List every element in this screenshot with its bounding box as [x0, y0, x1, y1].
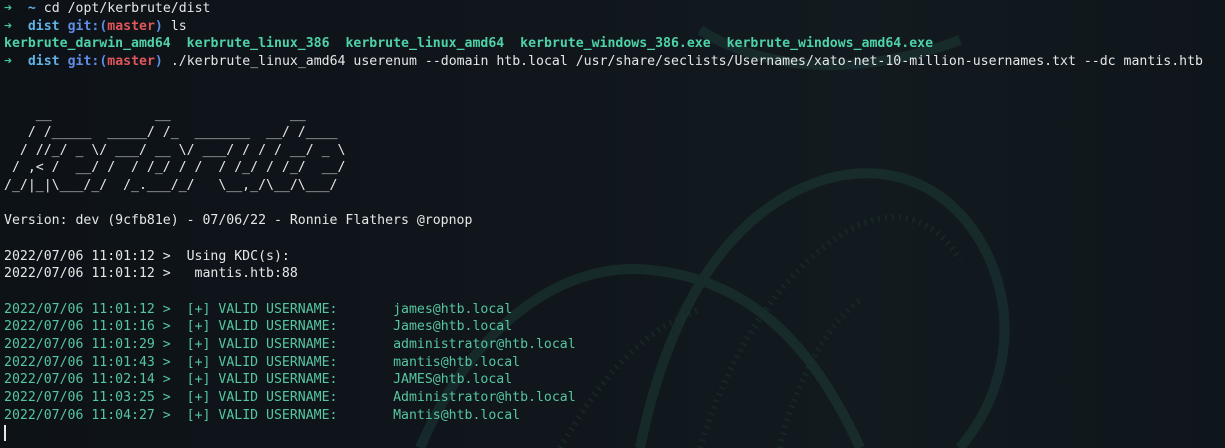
arrow-icon: ➜: [4, 1, 12, 16]
git-close: ): [154, 18, 163, 34]
result-timestamp: 2022/07/06 11:01:43 >: [4, 354, 171, 370]
terminal-window[interactable]: ➜ ~ cd /opt/kerbrute/dist ➜ dist git:(ma…: [0, 0, 1225, 448]
banner-line: / /_____ _____/ /_ _______ __/ /____: [4, 124, 346, 140]
prompt-home: ~: [27, 1, 36, 16]
git-label: git:(: [67, 54, 108, 70]
git-branch: master: [107, 18, 155, 34]
banner-line: / ,< / __/ / / /_/ / / / /_/ / /_/ __/: [4, 160, 346, 176]
result-row: 2022/07/06 11:04:27 > [+] VALID USERNAME…: [4, 407, 1222, 425]
result-timestamp: 2022/07/06 11:01:12 >: [4, 301, 171, 317]
result-tag: [+] VALID USERNAME:: [186, 301, 338, 317]
command-text: ./kerbrute_linux_amd64 userenum --domain…: [170, 54, 1203, 70]
text-cursor: [4, 424, 6, 441]
terminal-output[interactable]: ➜ ~ cd /opt/kerbrute/dist ➜ dist git:(ma…: [4, 0, 1222, 442]
result-username: james@htb.local: [393, 301, 513, 317]
ls-item: kerbrute_windows_amd64.exe: [726, 36, 934, 52]
result-timestamp: 2022/07/06 11:01:16 >: [4, 319, 171, 335]
kdc-line: 2022/07/06 11:01:12 > mantis.htb:88: [4, 266, 298, 282]
result-timestamp: 2022/07/06 11:01:29 >: [4, 337, 171, 353]
result-timestamp: 2022/07/06 11:02:14 >: [4, 372, 171, 388]
result-tag: [+] VALID USERNAME:: [186, 337, 338, 353]
kdc-line: 2022/07/06 11:01:12 > Using KDC(s):: [4, 248, 290, 264]
ls-item: kerbrute_darwin_amd64: [4, 36, 171, 52]
result-tag: [+] VALID USERNAME:: [186, 390, 338, 406]
banner-line: / //_/ _ \/ ___/ __ \/ ___/ / / / __/ _ …: [4, 142, 346, 158]
result-username: James@htb.local: [393, 319, 513, 335]
result-timestamp: 2022/07/06 11:04:27 >: [4, 407, 171, 423]
result-username: JAMES@htb.local: [393, 372, 513, 388]
ls-item: kerbrute_windows_386.exe: [520, 36, 711, 52]
cursor-line: [4, 424, 1222, 443]
prompt-line-cd: ➜ ~ cd /opt/kerbrute/dist: [4, 0, 1222, 18]
result-tag: [+] VALID USERNAME:: [186, 319, 338, 335]
result-timestamp: 2022/07/06 11:03:25 >: [4, 390, 171, 406]
result-row: 2022/07/06 11:01:43 > [+] VALID USERNAME…: [4, 354, 1222, 372]
ls-item: kerbrute_linux_amd64: [345, 36, 505, 52]
results-list: 2022/07/06 11:01:12 > [+] VALID USERNAME…: [4, 301, 1222, 425]
result-tag: [+] VALID USERNAME:: [186, 354, 338, 370]
prompt-line-ls: ➜ dist git:(master) ls: [4, 18, 1222, 36]
banner-line: __ __ __: [4, 107, 346, 123]
result-row: 2022/07/06 11:01:29 > [+] VALID USERNAME…: [4, 336, 1222, 354]
ls-item: kerbrute_linux_386: [186, 36, 330, 52]
prompt-line-run: ➜ dist git:(master) ./kerbrute_linux_amd…: [4, 53, 1222, 71]
banner-line: /_/|_|\___/_/ /_.___/_/ \__,_/\__/\___/: [4, 177, 346, 193]
arrow-icon: ➜: [4, 18, 12, 34]
result-username: Administrator@htb.local: [393, 390, 576, 406]
result-username: administrator@htb.local: [393, 337, 576, 353]
git-branch: master: [107, 54, 155, 70]
result-tag: [+] VALID USERNAME:: [186, 372, 338, 388]
ls-output: kerbrute_darwin_amd64 kerbrute_linux_386…: [4, 35, 1222, 53]
result-row: 2022/07/06 11:03:25 > [+] VALID USERNAME…: [4, 389, 1222, 407]
git-label: git:(: [67, 18, 108, 34]
result-row: 2022/07/06 11:01:12 > [+] VALID USERNAME…: [4, 301, 1222, 319]
arrow-icon: ➜: [4, 54, 12, 70]
git-close: ): [154, 54, 163, 70]
result-tag: [+] VALID USERNAME:: [186, 407, 338, 423]
version-line: Version: dev (9cfb81e) - 07/06/22 - Ronn…: [4, 213, 473, 229]
prompt-dir: dist: [27, 54, 60, 70]
result-username: mantis@htb.local: [393, 354, 521, 370]
result-row: 2022/07/06 11:01:16 > [+] VALID USERNAME…: [4, 318, 1222, 336]
command-text: ls: [170, 18, 187, 34]
result-row: 2022/07/06 11:02:14 > [+] VALID USERNAME…: [4, 371, 1222, 389]
result-username: Mantis@htb.local: [393, 407, 521, 423]
command-text: cd /opt/kerbrute/dist: [43, 1, 211, 16]
prompt-dir: dist: [27, 18, 60, 34]
